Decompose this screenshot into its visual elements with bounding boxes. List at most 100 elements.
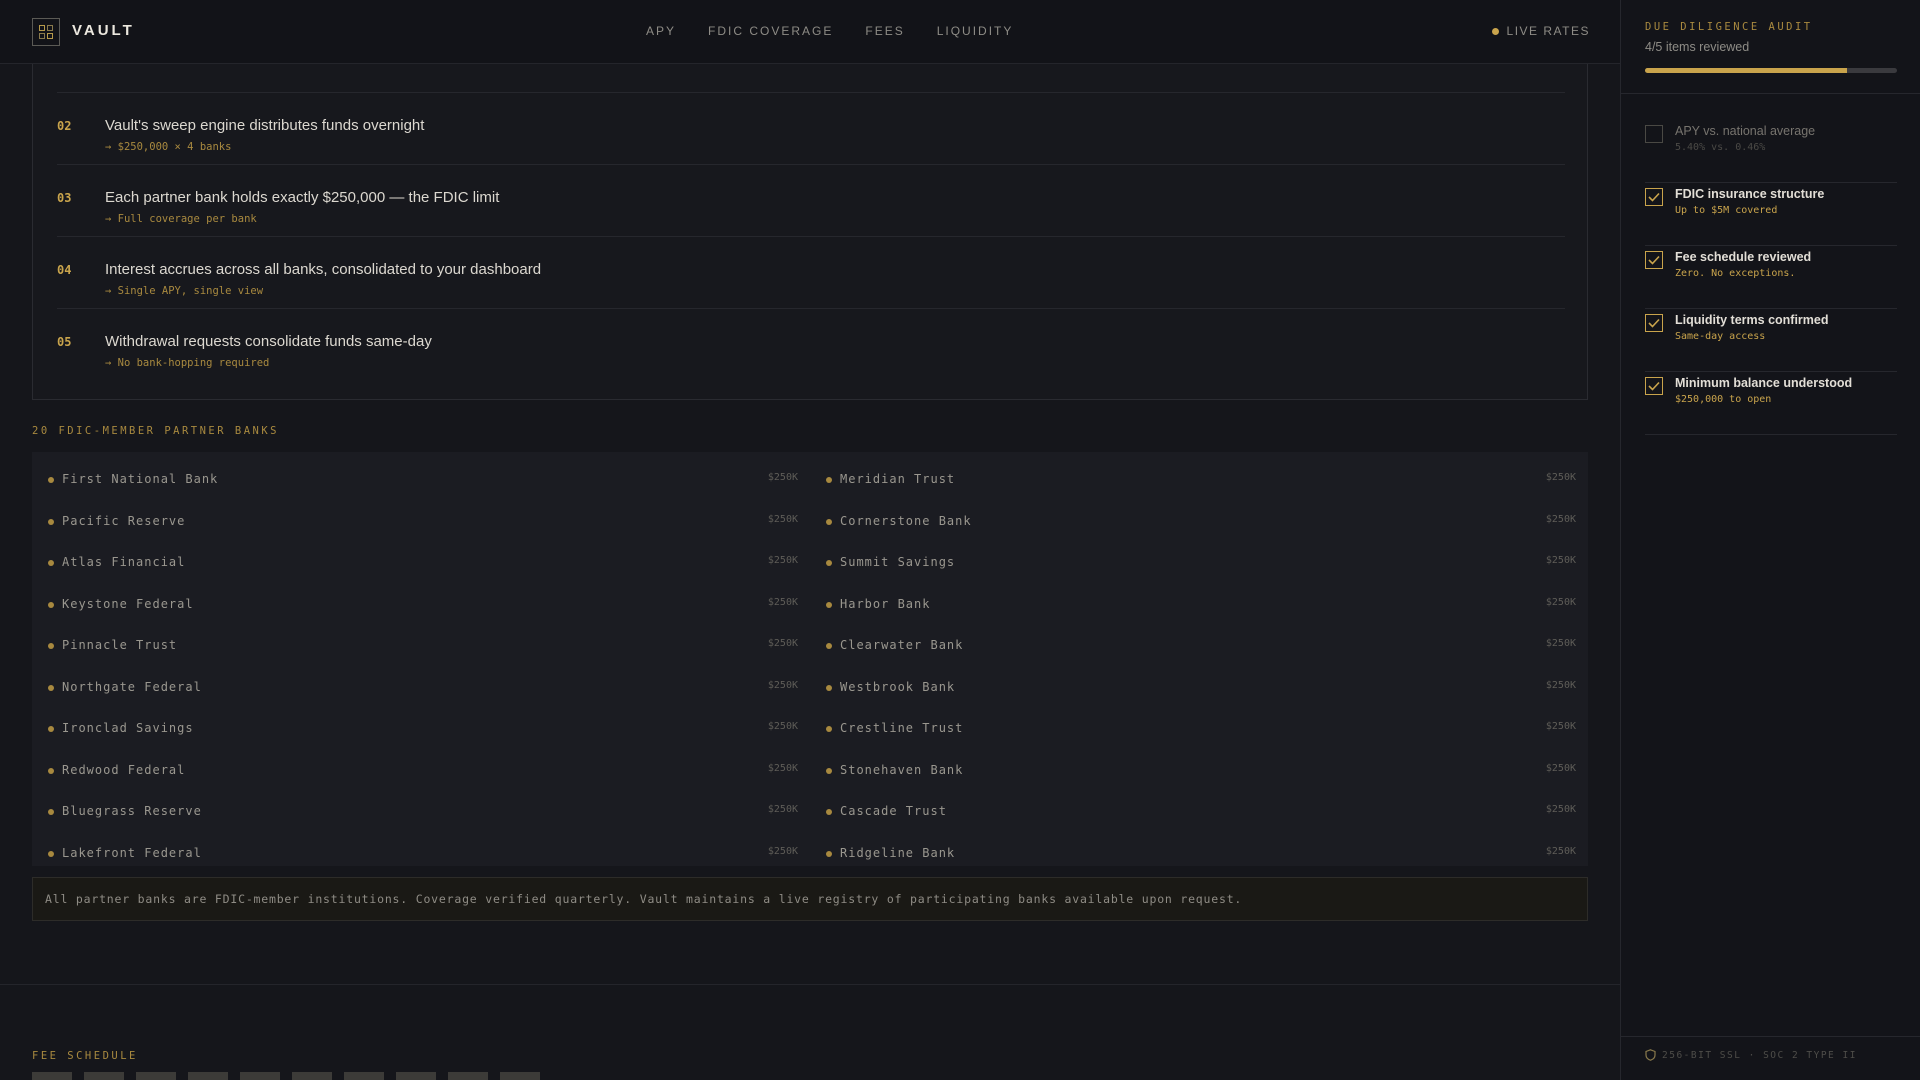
audit-progress-bar [1645, 68, 1897, 73]
partner-bank-row: Bluegrass Reserve $250K [32, 802, 798, 822]
partner-bank-row: Summit Savings $250K [810, 553, 1576, 573]
bank-name: Clearwater Bank [840, 638, 964, 652]
bank-coverage-amount: $250K [1545, 638, 1576, 649]
vault-logo-icon[interactable] [32, 18, 60, 46]
audit-checklist-item[interactable]: FDIC insurance structure Up to $5M covere… [1645, 183, 1897, 246]
bank-name: Ironclad Savings [62, 721, 194, 735]
nav-link-apy[interactable]: APY [646, 24, 676, 38]
bank-status-dot-icon [48, 809, 54, 815]
checkbox[interactable] [1645, 377, 1663, 395]
fdic-coverage-note: All partner banks are FDIC-member instit… [32, 877, 1588, 921]
nav-link-liquidity[interactable]: LIQUIDITY [937, 24, 1014, 38]
step-row: 05 Withdrawal requests consolidate funds… [57, 309, 1565, 381]
bank-status-dot-icon [826, 601, 832, 608]
checkbox[interactable] [1645, 125, 1663, 143]
bank-coverage-amount: $250K [1545, 804, 1576, 815]
checklist-item-detail: Up to $5M covered [1675, 205, 1778, 216]
partner-bank-row: First National Bank $250K [32, 470, 798, 490]
checklist-item-title: Liquidity terms confirmed [1675, 313, 1829, 327]
bank-status-dot-icon [48, 477, 54, 483]
checklist-item-detail: 5.40% vs. 0.46% [1675, 142, 1766, 153]
partner-bank-row: Keystone Federal $250K [32, 595, 798, 615]
checklist-item-title: Minimum balance understood [1675, 376, 1853, 390]
note-text: All partner banks are FDIC-member instit… [45, 892, 1243, 906]
audit-checklist-item[interactable]: Liquidity terms confirmed Same-day access [1645, 309, 1897, 372]
main-content: 02 Vault's sweep engine distributes fund… [0, 0, 1620, 1080]
partner-bank-row: Cascade Trust $250K [810, 802, 1576, 822]
nav-link-fdic-coverage[interactable]: FDIC COVERAGE [708, 24, 833, 38]
bank-name: Crestline Trust [840, 721, 964, 735]
audit-title: DUE DILIGENCE AUDIT [1645, 21, 1813, 33]
checklist-item-detail: $250,000 to open [1675, 394, 1772, 405]
bank-status-dot-icon [48, 518, 54, 525]
bank-coverage-amount: $250K [767, 804, 798, 815]
bank-status-dot-icon [826, 767, 832, 774]
step-title: Vault's sweep engine distributes funds o… [105, 117, 425, 134]
partner-bank-row: Harbor Bank $250K [810, 595, 1576, 615]
partner-bank-row: Redwood Federal $250K [32, 761, 798, 781]
bank-name: Summit Savings [840, 555, 956, 569]
bank-name: Northgate Federal [62, 679, 202, 694]
step-detail: → $250,000 × 4 banks [105, 141, 232, 153]
audit-progress-fill [1645, 68, 1847, 73]
bank-coverage-amount: $250K [767, 845, 798, 857]
bank-coverage-amount: $250K [1545, 679, 1576, 691]
logo-wordmark[interactable]: VAULT [72, 22, 135, 39]
bank-status-dot-icon [826, 560, 832, 566]
checkmark-icon [1648, 192, 1660, 202]
bank-status-dot-icon [826, 726, 832, 732]
live-rates-indicator[interactable]: LIVE RATES [1491, 24, 1590, 38]
step-detail: → Single APY, single view [105, 285, 264, 297]
live-status-dot-icon [1491, 27, 1499, 35]
partner-bank-row: Stonehaven Bank $250K [810, 761, 1576, 781]
checklist-item-title: APY vs. national average [1675, 124, 1816, 138]
shield-icon [1645, 1049, 1656, 1061]
bank-status-dot-icon [826, 477, 832, 483]
bank-coverage-amount: $250K [767, 596, 798, 608]
bank-coverage-amount: $250K [767, 638, 798, 649]
audit-checklist-item[interactable]: Minimum balance understood $250,000 to op… [1645, 372, 1897, 435]
bank-name: Cornerstone Bank [840, 513, 972, 528]
bank-name: Westbrook Bank [840, 679, 956, 694]
nav-link-fees[interactable]: FEES [865, 24, 904, 38]
step-number: 02 [57, 119, 72, 133]
step-number: 05 [57, 335, 72, 349]
sweep-steps-panel: 02 Vault's sweep engine distributes fund… [32, 40, 1588, 400]
partner-bank-row: Lakefront Federal $250K [32, 844, 798, 864]
partner-bank-row: Clearwater Bank $250K [810, 636, 1576, 656]
bank-status-dot-icon [826, 518, 832, 525]
audit-checklist-item[interactable]: Fee schedule reviewed Zero. No exceptions… [1645, 246, 1897, 309]
checkbox[interactable] [1645, 188, 1663, 206]
checkbox[interactable] [1645, 251, 1663, 269]
bank-status-dot-icon [48, 767, 54, 774]
bank-status-dot-icon [826, 850, 832, 857]
step-row: 04 Interest accrues across all banks, co… [57, 237, 1565, 309]
bank-coverage-amount: $250K [767, 679, 798, 691]
partner-banks-grid: First National Bank $250K Pacific Reserve $… [32, 452, 1588, 866]
bank-name: Atlas Financial [62, 555, 186, 569]
bank-coverage-amount: $250K [1545, 513, 1576, 525]
live-rates-label: LIVE RATES [1506, 24, 1590, 38]
bank-status-dot-icon [48, 850, 54, 857]
bank-name: Keystone Federal [62, 596, 194, 611]
bank-coverage-amount: $250K [1545, 555, 1576, 566]
security-footer: 256-BIT SSL · SOC 2 TYPE II [1645, 1049, 1857, 1061]
bank-coverage-amount: $250K [767, 721, 798, 732]
bank-coverage-amount: $250K [767, 513, 798, 525]
security-footer-text: 256-BIT SSL · SOC 2 TYPE II [1662, 1049, 1857, 1061]
audit-checklist-item[interactable]: APY vs. national average 5.40% vs. 0.46% [1645, 120, 1897, 183]
section-divider [0, 984, 1620, 985]
sidebar-footer-divider [1621, 1036, 1920, 1037]
bank-coverage-amount: $250K [1545, 472, 1576, 483]
checklist-item-detail: Zero. No exceptions. [1675, 268, 1796, 279]
main-nav: APY FDIC COVERAGE FEES LIQUIDITY [646, 24, 1045, 38]
checklist-item-title: FDIC insurance structure [1675, 187, 1825, 201]
bank-coverage-amount: $250K [767, 472, 798, 483]
checklist-item-detail: Same-day access [1675, 331, 1766, 342]
checkbox[interactable] [1645, 314, 1663, 332]
fee-schedule-heading: FEE SCHEDULE [32, 1050, 138, 1062]
step-number: 04 [57, 263, 72, 277]
bank-coverage-amount: $250K [1545, 762, 1576, 774]
partner-banks-heading: 20 FDIC-MEMBER PARTNER BANKS [32, 425, 280, 437]
audit-progress-count: 4/5 items reviewed [1645, 40, 1750, 54]
